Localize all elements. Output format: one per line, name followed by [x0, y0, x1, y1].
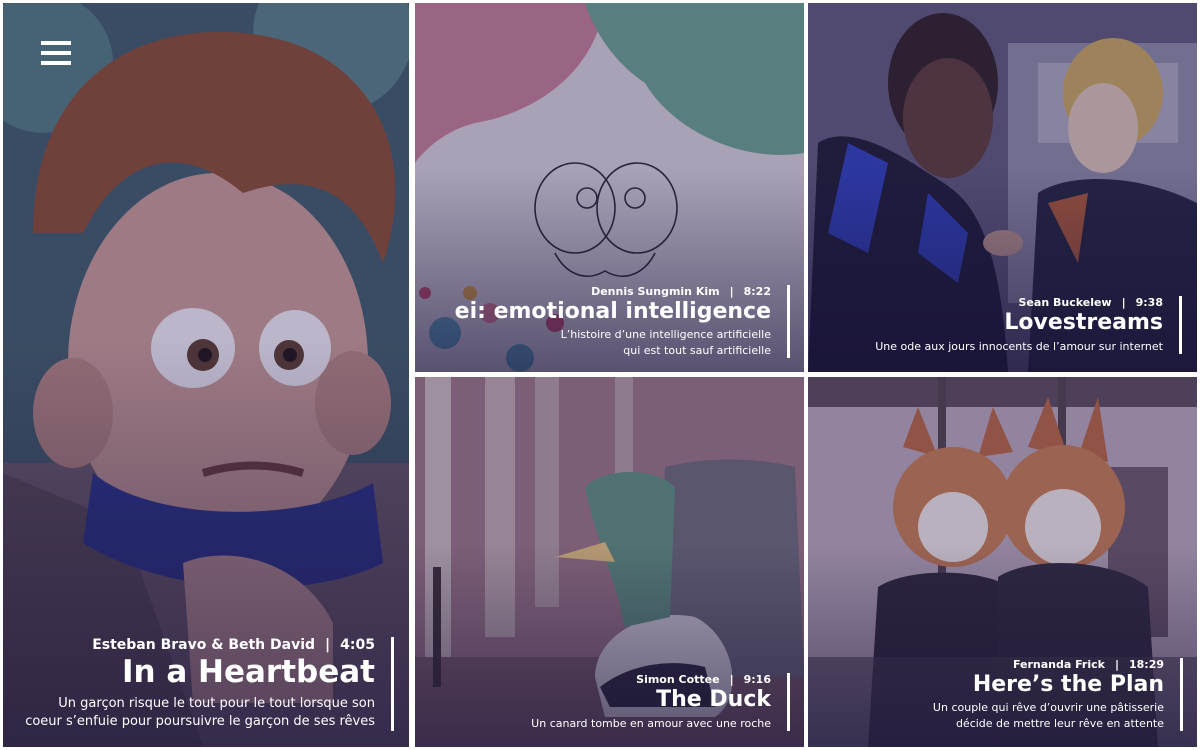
director-name: Dennis Sungmin Kim	[591, 284, 720, 298]
director-name: Fernanda Frick	[1012, 657, 1105, 671]
film-description: L’histoire d’une intelligence artificiel…	[455, 327, 771, 358]
film-title: ei: emotional intelligence	[454, 298, 771, 324]
director-name: Sean Buckelew	[1018, 296, 1112, 310]
description-line: L’histoire d’une intelligence artificiel…	[560, 328, 771, 342]
film-description: Un couple qui rêve d’ouvrir une pâtisser…	[933, 700, 1164, 731]
film-caption: Esteban Bravo & Beth David | 4:05 In a Hea…	[25, 636, 394, 731]
film-tile-lovestreams[interactable]: Sean Buckelew | 9:38 Lovestreams Une ode a…	[808, 3, 1197, 372]
film-duration: 9:38	[1135, 296, 1163, 310]
description-line: décide de mettre leur rêve en attente	[955, 716, 1164, 730]
film-title: In a Heartbeat	[121, 653, 375, 690]
film-caption: Fernanda Frick | 18:29 Here’s the Plan Un …	[933, 657, 1183, 731]
film-meta: Fernanda Frick | 18:29	[933, 658, 1164, 671]
meta-separator: |	[729, 673, 734, 687]
film-tile-ei-emotional-intelligence[interactable]: Dennis Sungmin Kim | 8:22 ei: emotional in…	[415, 3, 804, 372]
film-tile-heres-the-plan[interactable]: Fernanda Frick | 18:29 Here’s the Plan Un …	[808, 377, 1197, 747]
description-line: Un canard tombe en amour avec une roche	[531, 716, 771, 730]
film-description: Un canard tombe en amour avec une roche	[531, 716, 771, 731]
film-meta: Sean Buckelew | 9:38	[875, 296, 1163, 309]
meta-separator: |	[325, 636, 331, 653]
meta-separator: |	[1121, 296, 1126, 310]
description-line: coeur s’enfuie pour poursuivre le garçon…	[25, 713, 375, 729]
film-duration: 9:16	[743, 673, 771, 687]
meta-separator: |	[1114, 657, 1119, 671]
film-caption: Sean Buckelew | 9:38 Lovestreams Une ode a…	[875, 296, 1182, 354]
description-line: qui est tout sauf artificielle	[623, 343, 771, 357]
description-line: Un couple qui rêve d’ouvrir une pâtisser…	[932, 701, 1164, 715]
description-line: Une ode aux jours innocents de l’amour s…	[875, 339, 1163, 353]
film-duration: 18:29	[1128, 657, 1164, 671]
film-tile-the-duck[interactable]: Simon Cottee | 9:16 The Duck Un canard tom…	[415, 377, 804, 747]
film-meta: Esteban Bravo & Beth David | 4:05	[25, 637, 375, 653]
film-description: Un garçon risque le tout pour le tout lo…	[25, 695, 375, 731]
film-meta: Dennis Sungmin Kim | 8:22	[455, 285, 771, 298]
film-duration: 4:05	[340, 636, 375, 653]
director-name: Esteban Bravo & Beth David	[92, 636, 316, 653]
film-title: Here’s the Plan	[972, 671, 1164, 697]
film-meta: Simon Cottee | 9:16	[531, 673, 771, 686]
film-caption: Dennis Sungmin Kim | 8:22 ei: emotional in…	[454, 284, 790, 358]
film-caption: Simon Cottee | 9:16 The Duck Un canard tom…	[531, 673, 790, 731]
director-name: Simon Cottee	[636, 673, 720, 687]
hamburger-menu-icon[interactable]	[41, 41, 71, 65]
description-line: Un garçon risque le tout pour le tout lo…	[58, 695, 375, 711]
film-title: The Duck	[656, 687, 771, 713]
film-title: Lovestreams	[1004, 310, 1163, 336]
film-grid: Esteban Bravo & Beth David | 4:05 In a Hea…	[0, 0, 1200, 750]
meta-separator: |	[729, 284, 734, 298]
film-tile-in-a-heartbeat[interactable]: Esteban Bravo & Beth David | 4:05 In a Hea…	[3, 3, 409, 747]
film-description: Une ode aux jours innocents de l’amour s…	[875, 339, 1163, 354]
film-duration: 8:22	[743, 284, 771, 298]
